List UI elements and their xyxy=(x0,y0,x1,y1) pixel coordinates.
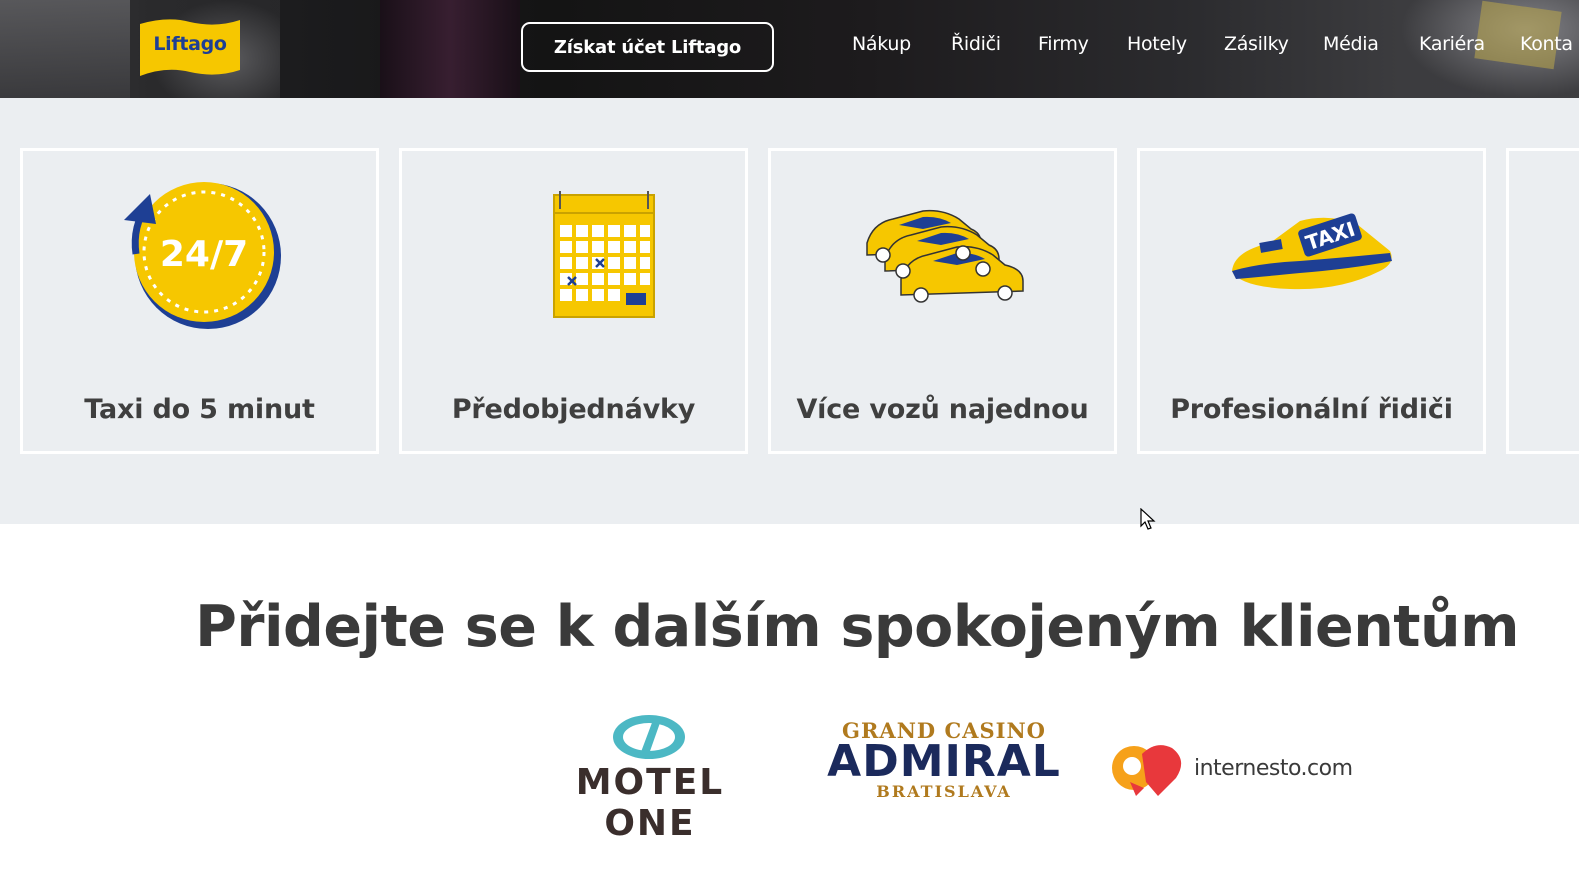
motel-one-text: MOTEL ONE xyxy=(575,762,725,844)
main-nav: Nákup Řidiči Firmy Hotely Zásilky Média … xyxy=(0,0,1579,98)
feature-card-multiple-cars[interactable]: Více vozů najednou xyxy=(768,148,1117,454)
nav-item-media[interactable]: Média xyxy=(1323,33,1379,55)
nav-item-kontakt[interactable]: Konta xyxy=(1520,33,1573,55)
feature-title: Profesionální řidiči xyxy=(1170,394,1453,425)
mouse-cursor-icon xyxy=(1140,508,1156,530)
nav-item-hotely[interactable]: Hotely xyxy=(1127,33,1187,55)
nav-item-ridici[interactable]: Řidiči xyxy=(951,33,1001,55)
clock-24-7-icon: 24/7 xyxy=(124,182,281,329)
internesto-mark-icon xyxy=(1112,745,1182,796)
features-section: 24/7 Taxi do 5 minut Předobjednávky Více… xyxy=(0,98,1579,524)
feature-title: Více vozů najednou xyxy=(796,394,1089,425)
feature-card-professional-drivers[interactable]: TAXI Profesionální řidiči xyxy=(1137,148,1486,454)
site-header: Liftago Získat účet Liftago Nákup Řidiči… xyxy=(0,0,1579,98)
clients-heading: Přidejte se k dalším spokojeným klientům xyxy=(195,594,1519,660)
motel-one-logo: MOTEL ONE xyxy=(525,712,775,844)
nav-item-firmy[interactable]: Firmy xyxy=(1038,33,1089,55)
svg-text:24/7: 24/7 xyxy=(160,234,248,275)
nav-item-nakup[interactable]: Nákup xyxy=(852,33,911,55)
feature-title: Taxi do 5 minut xyxy=(84,394,315,425)
taxi-cars-icon xyxy=(866,209,1024,303)
calendar-icon xyxy=(553,191,655,318)
feature-card-taxi-5-min[interactable]: 24/7 Taxi do 5 minut xyxy=(20,148,379,454)
feature-card-preorders[interactable]: Předobjednávky xyxy=(399,148,748,454)
feature-title: Předobjednávky xyxy=(451,394,696,425)
nav-item-kariera[interactable]: Kariéra xyxy=(1419,33,1485,55)
internesto-logo: internesto.com xyxy=(1110,738,1370,802)
feature-card-partial[interactable] xyxy=(1506,148,1579,454)
nav-item-zasilky[interactable]: Zásilky xyxy=(1224,33,1289,55)
taxi-cap-icon: TAXI xyxy=(1232,213,1392,290)
internesto-text: internesto.com xyxy=(1194,756,1353,781)
grand-casino-admiral-logo: GRAND CASINO ADMIRAL BRATISLAVA xyxy=(827,718,1061,801)
